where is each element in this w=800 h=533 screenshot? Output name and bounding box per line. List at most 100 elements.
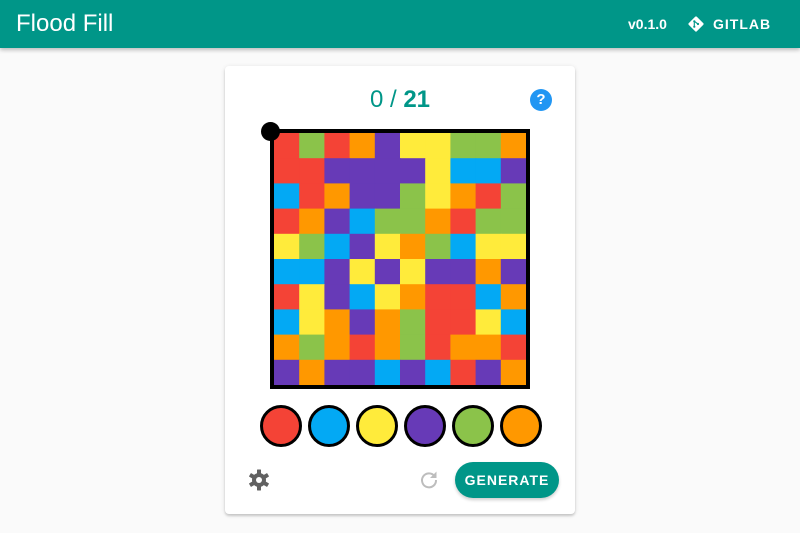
board-cell bbox=[324, 183, 351, 210]
generate-button[interactable]: GENERATE bbox=[455, 462, 559, 498]
board-cell bbox=[425, 359, 451, 385]
board-cell bbox=[324, 309, 351, 336]
board-cell bbox=[274, 158, 300, 184]
board-cell bbox=[400, 183, 426, 210]
color-swatch-green[interactable] bbox=[452, 405, 494, 447]
color-swatch-red[interactable] bbox=[260, 405, 302, 447]
board-cell bbox=[425, 208, 451, 235]
board-cell bbox=[500, 158, 526, 184]
board-cell bbox=[349, 359, 376, 385]
app-bar: Flood Fill v0.1.0 GITLAB bbox=[0, 0, 800, 48]
board-cell bbox=[450, 284, 477, 310]
gitlab-label: GITLAB bbox=[713, 16, 772, 32]
board-cell bbox=[374, 133, 401, 159]
board-cell bbox=[299, 284, 325, 310]
board-cell bbox=[299, 359, 325, 385]
board-cell bbox=[475, 158, 502, 184]
board-cell bbox=[475, 208, 502, 235]
board-cell bbox=[299, 133, 325, 159]
board-cell bbox=[274, 334, 300, 361]
board-cell bbox=[299, 233, 325, 260]
max-moves: 21 bbox=[403, 86, 431, 113]
version-label: v0.1.0 bbox=[628, 16, 667, 32]
board-cell bbox=[349, 183, 376, 210]
board-cell bbox=[274, 233, 300, 260]
board-cell bbox=[299, 158, 325, 184]
board-cell bbox=[450, 208, 477, 235]
help-icon[interactable]: ? bbox=[530, 89, 552, 111]
board-cell bbox=[500, 133, 526, 159]
board-cell bbox=[450, 233, 477, 260]
board-cell bbox=[324, 133, 351, 159]
board-cell bbox=[400, 359, 426, 385]
board-cell bbox=[475, 309, 502, 336]
game-card: 0 / 21 ? GENERATE bbox=[225, 66, 575, 514]
board-cell bbox=[274, 183, 300, 210]
board-cell bbox=[349, 284, 376, 310]
board-cell bbox=[274, 309, 300, 336]
board-cell bbox=[274, 359, 300, 385]
board-cell bbox=[500, 208, 526, 235]
board-cell bbox=[299, 183, 325, 210]
board-cell bbox=[400, 309, 426, 336]
gear-icon[interactable] bbox=[247, 468, 271, 492]
board-cell bbox=[274, 208, 300, 235]
board-cell bbox=[475, 183, 502, 210]
board-cell bbox=[450, 158, 477, 184]
git-icon bbox=[688, 16, 704, 32]
board-cell bbox=[324, 233, 351, 260]
board-cell bbox=[400, 208, 426, 235]
moves-separator: / bbox=[383, 86, 404, 113]
board-cell bbox=[349, 133, 376, 159]
board-cell bbox=[299, 309, 325, 336]
start-marker bbox=[261, 122, 280, 141]
moves-made: 0 bbox=[369, 86, 384, 113]
gitlab-link[interactable]: GITLAB bbox=[680, 8, 779, 40]
board-cell bbox=[400, 233, 426, 260]
board-cell bbox=[425, 309, 451, 336]
app-title: Flood Fill bbox=[16, 10, 114, 37]
board-cell bbox=[500, 359, 526, 385]
board-cell bbox=[400, 284, 426, 310]
board-cell bbox=[299, 334, 325, 361]
board-cell bbox=[500, 309, 526, 336]
board-cell bbox=[349, 259, 376, 285]
board-cell bbox=[374, 233, 401, 260]
color-swatch-yellow[interactable] bbox=[356, 405, 398, 447]
board-cell bbox=[475, 133, 502, 159]
board-cell bbox=[374, 309, 401, 336]
board-cell bbox=[425, 334, 451, 361]
board-cell bbox=[374, 359, 401, 385]
board-grid bbox=[274, 133, 526, 385]
board-cell bbox=[450, 334, 477, 361]
board-cell bbox=[450, 309, 477, 336]
board-cell bbox=[349, 334, 376, 361]
board-cell bbox=[324, 208, 351, 235]
board-cell bbox=[324, 158, 351, 184]
game-board[interactable] bbox=[270, 129, 530, 389]
board-cell bbox=[475, 334, 502, 361]
board-cell bbox=[425, 183, 451, 210]
board-cell bbox=[475, 233, 502, 260]
board-cell bbox=[324, 334, 351, 361]
board-cell bbox=[500, 183, 526, 210]
board-cell bbox=[374, 334, 401, 361]
color-swatch-purple[interactable] bbox=[404, 405, 446, 447]
board-cell bbox=[349, 309, 376, 336]
move-counter: 0 / 21 bbox=[225, 86, 575, 114]
board-cell bbox=[349, 233, 376, 260]
board-cell bbox=[450, 183, 477, 210]
board-cell bbox=[374, 208, 401, 235]
board-cell bbox=[425, 284, 451, 310]
board-cell bbox=[475, 259, 502, 285]
color-swatch-blue[interactable] bbox=[308, 405, 350, 447]
board-cell bbox=[400, 158, 426, 184]
board-cell bbox=[475, 284, 502, 310]
board-cell bbox=[450, 259, 477, 285]
board-cell bbox=[274, 259, 300, 285]
refresh-icon[interactable] bbox=[419, 470, 439, 490]
board-cell bbox=[324, 259, 351, 285]
board-cell bbox=[349, 208, 376, 235]
color-swatch-orange[interactable] bbox=[500, 405, 542, 447]
board-cell bbox=[425, 133, 451, 159]
